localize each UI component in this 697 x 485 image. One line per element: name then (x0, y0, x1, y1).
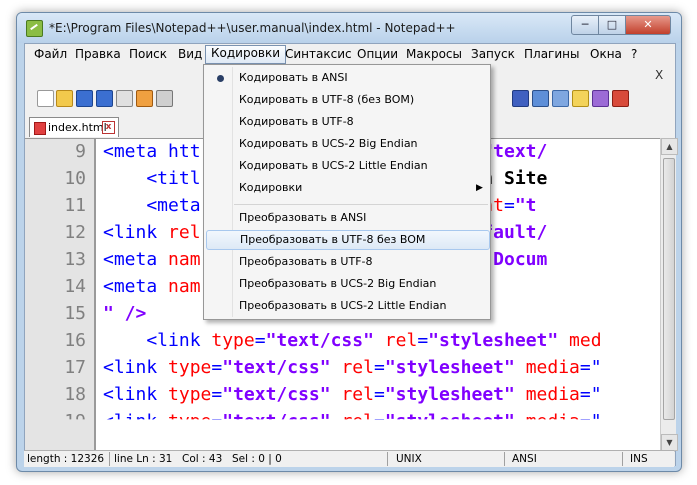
status-sel: Sel : 0 | 0 (232, 453, 282, 465)
menu-separator (234, 204, 488, 205)
open-folder-icon[interactable] (56, 90, 73, 107)
save-icon[interactable] (76, 90, 93, 107)
status-divider (109, 452, 110, 466)
menu-windows[interactable]: Окна (585, 46, 627, 63)
new-file-icon[interactable] (37, 90, 54, 107)
menu-convert-utf8[interactable]: Преобразовать в UTF-8 (206, 252, 488, 272)
line-number: 9 (75, 141, 86, 162)
close-all-icon[interactable] (136, 90, 153, 107)
line-number: 18 (64, 384, 86, 405)
line-number: 11 (64, 195, 86, 216)
line-number: 17 (64, 357, 86, 378)
close-document-x[interactable]: X (655, 68, 663, 82)
menu-edit[interactable]: Правка (70, 46, 126, 63)
menu-item-label: Кодировки (239, 181, 303, 194)
line-number: 15 (64, 303, 86, 324)
code-line: <link type="text/css" rel="stylesheet" m… (103, 330, 602, 351)
menu-view[interactable]: Вид (173, 46, 207, 63)
status-divider (504, 452, 505, 466)
save-all-icon[interactable] (96, 90, 113, 107)
status-line: line Ln : 31 (114, 453, 173, 465)
menu-item-label: Кодировать в UCS-2 Little Endian (239, 159, 428, 172)
code-line: <link type="text/css" rel="stylesheet" m… (103, 357, 602, 378)
menu-encode-ucs2-le[interactable]: Кодировать в UCS-2 Little Endian (206, 156, 488, 176)
menu-options[interactable]: Опции (352, 46, 403, 63)
encoding-dropdown-menu: Кодировать в ANSI Кодировать в UTF-8 (бе… (203, 64, 491, 320)
menu-help[interactable]: ? (626, 46, 642, 63)
user-lang-icon[interactable] (572, 90, 589, 107)
line-number: 10 (64, 168, 86, 189)
menu-run[interactable]: Запуск (466, 46, 520, 63)
tab-close-icon[interactable]: x (102, 121, 115, 134)
line-number: 13 (64, 249, 86, 270)
code-line: " /> (103, 303, 147, 324)
status-col: Col : 43 (182, 453, 223, 465)
code-line: <link type="text/css" rel="stylesheet" m… (103, 384, 602, 405)
show-all-chars-icon[interactable] (532, 90, 549, 107)
doc-map-icon[interactable] (592, 90, 609, 107)
line-number: 19 (64, 411, 86, 432)
macro-icon[interactable] (612, 90, 629, 107)
vertical-scrollbar[interactable]: ▲ ▼ (660, 138, 678, 451)
menu-macros[interactable]: Макросы (401, 46, 467, 63)
menu-encode-ucs2-be[interactable]: Кодировать в UCS-2 Big Endian (206, 134, 488, 154)
wrap-icon[interactable] (512, 90, 529, 107)
menu-plugins[interactable]: Плагины (519, 46, 584, 63)
line-number: 14 (64, 276, 86, 297)
menu-encode-ansi[interactable]: Кодировать в ANSI (206, 68, 488, 88)
minimize-button[interactable]: ─ (571, 15, 599, 35)
line-number: 12 (64, 222, 86, 243)
close-button[interactable]: ✕ (625, 15, 671, 35)
menu-convert-ansi[interactable]: Преобразовать в ANSI (206, 208, 488, 228)
vertical-scroll-thumb[interactable] (663, 158, 675, 420)
code-line: <link type="text/css" rel="stylesheet" m… (103, 411, 602, 432)
line-number-gutter: 9 10 11 12 13 14 15 16 17 18 19 (25, 139, 96, 452)
menu-item-label: Преобразовать в ANSI (239, 211, 367, 224)
menu-syntax[interactable]: Синтаксис (280, 46, 357, 63)
title-bar[interactable]: *E:\Program Files\Notepad++\user.manual\… (17, 13, 681, 43)
print-icon[interactable] (156, 90, 173, 107)
radio-checked-icon (217, 75, 224, 82)
status-eol: UNIX (396, 453, 422, 465)
menu-item-label: Кодировать в UTF-8 (239, 115, 354, 128)
status-encoding: ANSI (512, 453, 537, 465)
status-mode: INS (630, 453, 648, 465)
notepadpp-app-icon (26, 20, 43, 37)
scroll-up-icon[interactable]: ▲ (661, 138, 678, 155)
menu-search[interactable]: Поиск (124, 46, 172, 63)
menu-item-label: Преобразовать в UTF-8 без BOM (240, 233, 426, 246)
menu-item-label: Преобразовать в UTF-8 (239, 255, 373, 268)
menu-item-label: Кодировать в UTF-8 (без BOM) (239, 93, 415, 106)
menu-item-label: Преобразовать в UCS-2 Big Endian (239, 277, 437, 290)
menu-encode-utf8[interactable]: Кодировать в UTF-8 (206, 112, 488, 132)
modified-file-icon (34, 122, 46, 135)
menu-encoding[interactable]: Кодировки (205, 45, 287, 64)
menu-item-label: Преобразовать в UCS-2 Little Endian (239, 299, 447, 312)
scroll-down-icon[interactable]: ▼ (661, 434, 678, 451)
menu-encode-utf8-no-bom[interactable]: Кодировать в UTF-8 (без BOM) (206, 90, 488, 110)
status-length: length : 12326 (27, 453, 105, 465)
line-number: 16 (64, 330, 86, 351)
indent-guide-icon[interactable] (552, 90, 569, 107)
status-divider (387, 452, 388, 466)
close-file-icon[interactable] (116, 90, 133, 107)
menu-item-label: Кодировать в ANSI (239, 71, 348, 84)
menu-bar: Файл Правка Поиск Вид Кодировки Синтакси… (25, 44, 675, 66)
submenu-arrow-icon: ▶ (476, 183, 483, 193)
maximize-button[interactable]: □ (598, 15, 626, 35)
window-title: *E:\Program Files\Notepad++\user.manual\… (49, 21, 456, 35)
menu-convert-utf8-no-bom[interactable]: Преобразовать в UTF-8 без BOM (206, 230, 490, 250)
menu-charsets-submenu[interactable]: Кодировки ▶ (206, 178, 488, 198)
menu-convert-ucs2-le[interactable]: Преобразовать в UCS-2 Little Endian (206, 296, 488, 316)
tab-label: index.html (48, 121, 107, 134)
menu-convert-ucs2-be[interactable]: Преобразовать в UCS-2 Big Endian (206, 274, 488, 294)
status-divider (622, 452, 623, 466)
menu-file[interactable]: Файл (29, 46, 72, 63)
tab-index-html[interactable]: index.html x (29, 117, 119, 137)
menu-item-label: Кодировать в UCS-2 Big Endian (239, 137, 418, 150)
status-bar: length : 12326 line Ln : 31 Col : 43 Sel… (24, 450, 674, 467)
